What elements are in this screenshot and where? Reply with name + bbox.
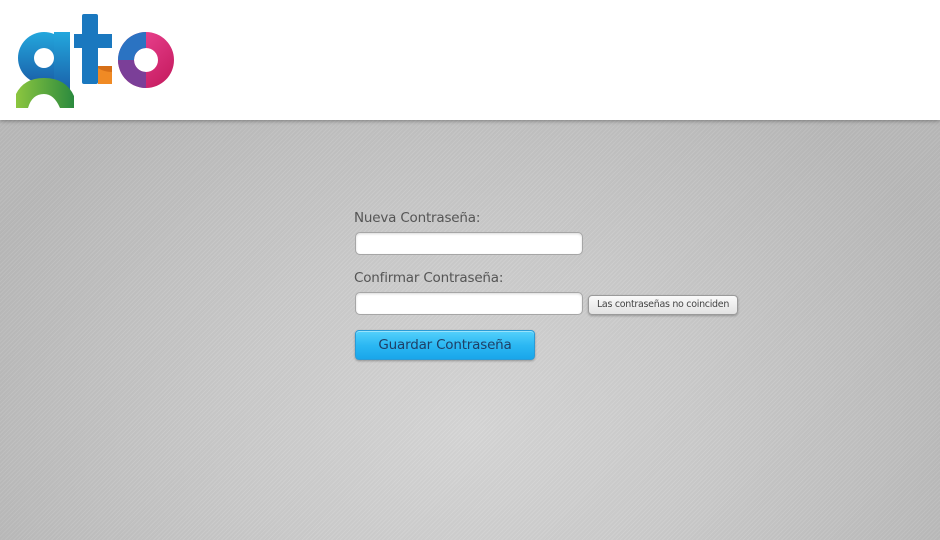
password-mismatch-message: Las contraseñas no coinciden — [588, 295, 738, 315]
new-password-input[interactable] — [355, 232, 583, 255]
header — [0, 0, 940, 120]
save-password-button[interactable]: Guardar Contraseña — [355, 330, 535, 360]
confirm-password-input[interactable] — [355, 292, 583, 315]
new-password-label: Nueva Contraseña: — [354, 210, 481, 226]
confirm-password-label: Confirmar Contraseña: — [354, 270, 504, 286]
gto-logo-graphic — [16, 14, 174, 108]
gto-logo[interactable] — [14, 10, 176, 112]
